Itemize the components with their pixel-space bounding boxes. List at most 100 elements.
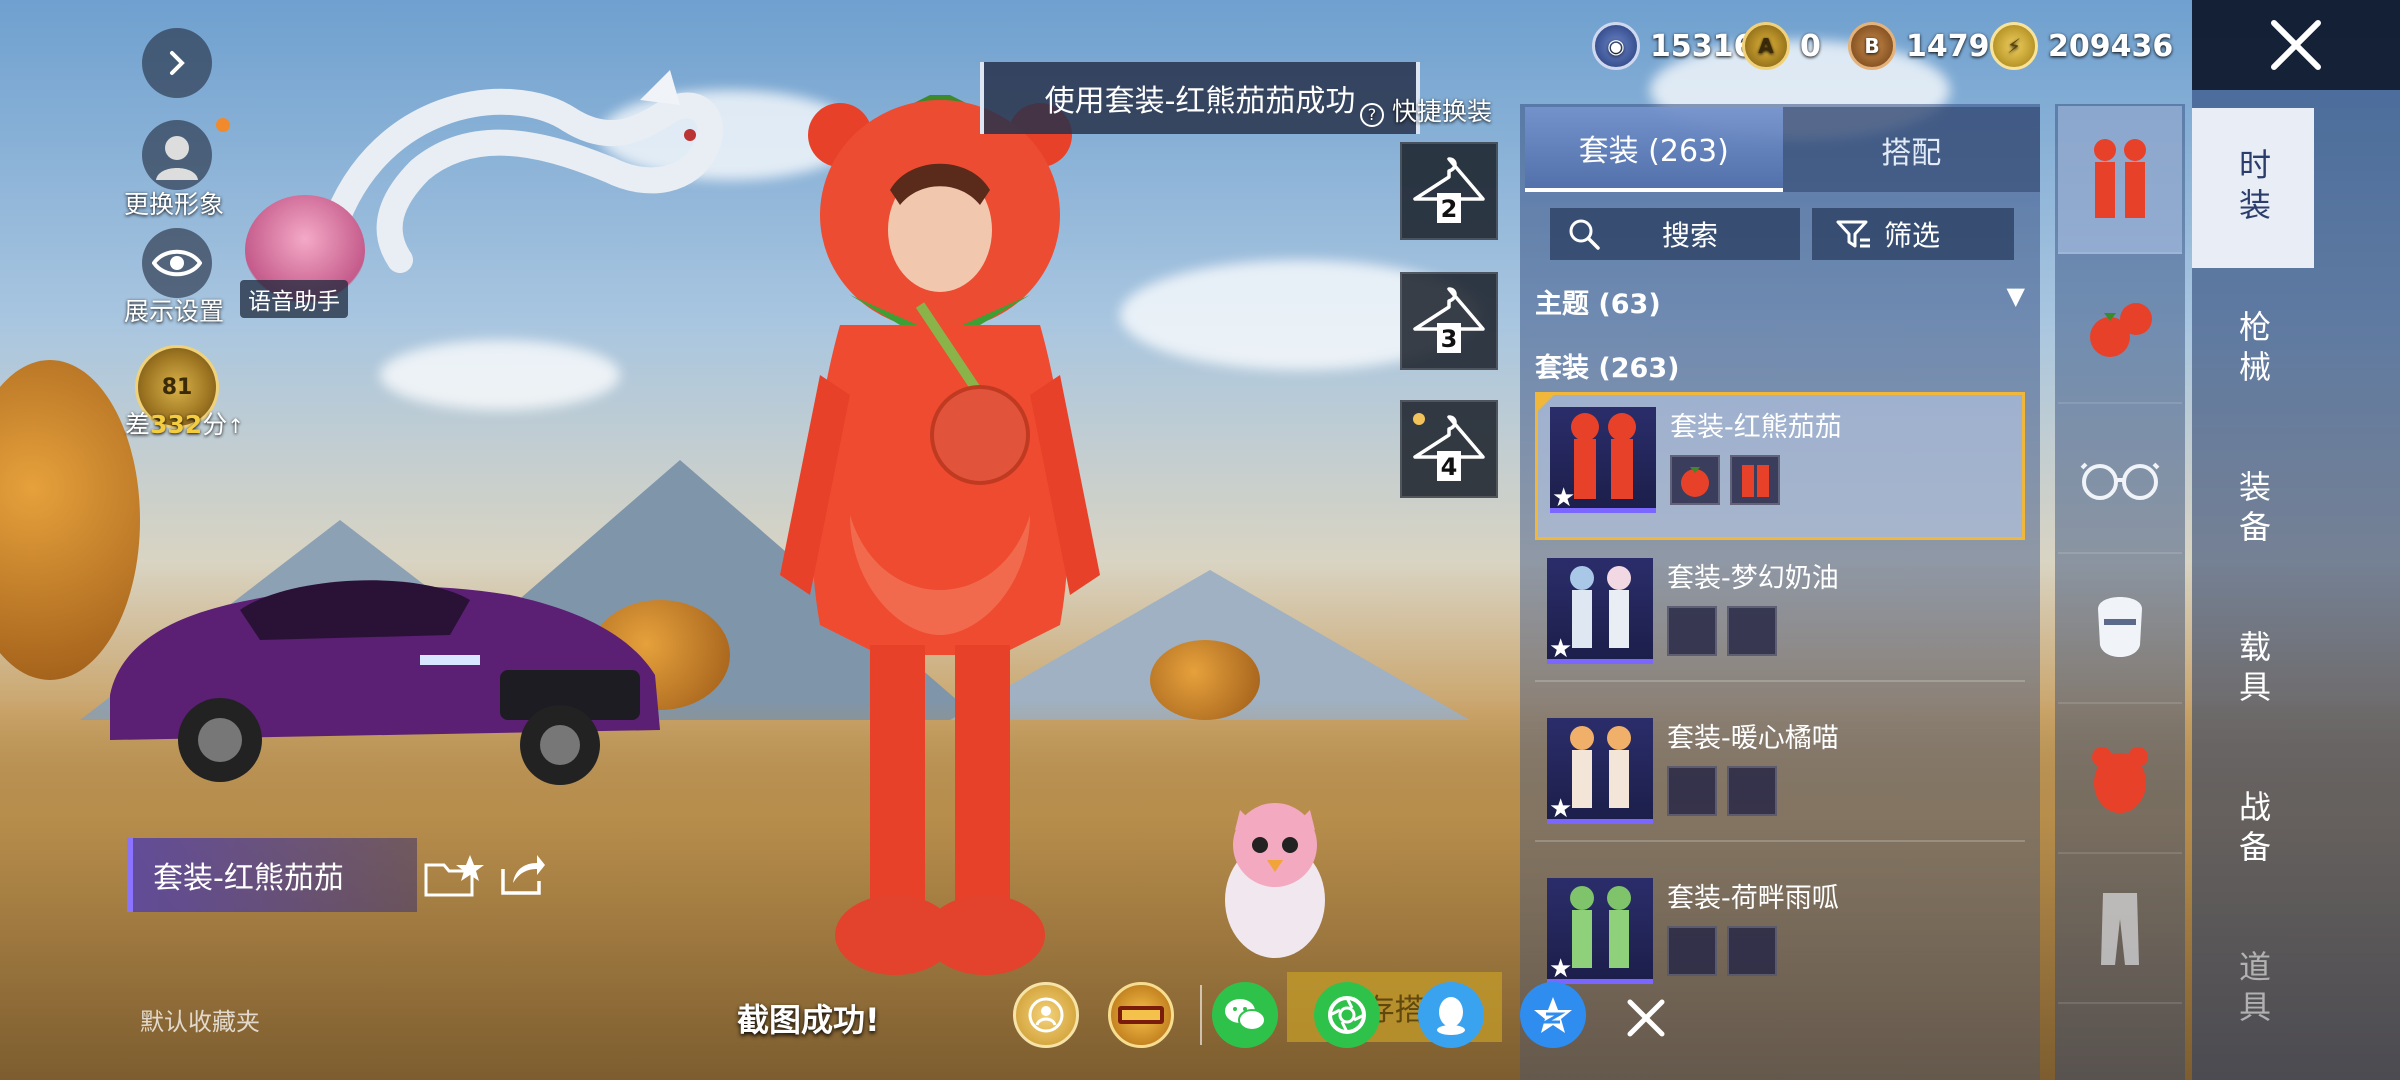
display-settings-label: 展示设置: [124, 297, 225, 326]
tomato-hat-icon: [2090, 303, 2152, 357]
share-qzone-button[interactable]: [1520, 982, 1586, 1048]
quick-outfit-slot-3[interactable]: 3: [1400, 272, 1498, 370]
list-divider: [1535, 680, 2025, 682]
outfit-part-thumbnail: [1667, 766, 1717, 816]
ag-coin-icon: A: [1742, 22, 1790, 70]
outfit-list-item[interactable]: ★ 套装-荷畔雨呱: [1535, 866, 2025, 1014]
nav-equipment[interactable]: 装备: [2192, 430, 2314, 590]
category-tops[interactable]: [2058, 706, 2182, 854]
outfit-part-thumbnail: [1730, 455, 1780, 505]
star-icon: ★: [1552, 483, 1576, 513]
star-icon: ★: [1549, 634, 1573, 664]
bp-coin-icon: B: [1848, 22, 1896, 70]
slot-number: 2: [1441, 195, 1458, 223]
outfit-part-thumbnail: [1667, 606, 1717, 656]
favorite-folder-button[interactable]: [420, 850, 490, 900]
nav-items[interactable]: 道具: [2192, 910, 2314, 1070]
outfit-part-thumbnail: [1667, 926, 1717, 976]
search-button[interactable]: 搜索: [1550, 208, 1800, 260]
category-pants[interactable]: [2058, 856, 2182, 1004]
currency-ag[interactable]: A 0: [1742, 18, 1821, 74]
filter-button[interactable]: 筛选: [1812, 208, 2014, 260]
currency-value: 0: [1800, 28, 1821, 64]
voice-assistant-label[interactable]: 语音助手: [240, 280, 348, 318]
close-icon: [2271, 20, 2321, 70]
share-moments-button[interactable]: [1314, 982, 1380, 1048]
hanger-icon: 2: [1413, 157, 1485, 223]
triangle-down-icon: ▼: [2006, 282, 2025, 310]
theme-dropdown[interactable]: 主题 (63) ▼: [1535, 282, 2025, 321]
filter-label: 筛选: [1884, 219, 1941, 252]
share-wechat-button[interactable]: [1212, 982, 1278, 1048]
change-avatar-label: 更换形象: [124, 190, 225, 219]
nav-combat-gear[interactable]: 战备: [2192, 750, 2314, 910]
current-outfit-name-bar[interactable]: 套装-红熊茄茄: [127, 838, 417, 912]
rank-level: 81: [161, 374, 193, 400]
energy-coin-icon: ⚡: [1990, 22, 2038, 70]
nav-vehicles[interactable]: 载具: [2192, 590, 2314, 750]
nav-weapons[interactable]: 枪械: [2192, 270, 2314, 430]
search-icon: [1569, 219, 1600, 250]
outfit-title: 套装-梦幻奶油: [1667, 563, 1839, 594]
share-outfit-button[interactable]: [495, 850, 550, 900]
player-character-tomato-bear: [780, 95, 1100, 975]
hanger-icon: 4: [1413, 413, 1485, 481]
close-share-button[interactable]: [1618, 990, 1674, 1046]
share-peace-elite-button[interactable]: [1108, 982, 1174, 1048]
display-settings-button[interactable]: [142, 228, 212, 298]
cloud: [380, 340, 620, 410]
default-favorite-folder[interactable]: 默认收藏夹: [140, 1002, 260, 1037]
quick-outfit-title: ? 快捷换装: [1360, 92, 1492, 128]
share-friends-button[interactable]: [1013, 982, 1079, 1048]
outfit-list-item[interactable]: ★ 套装-红熊茄茄: [1535, 392, 2025, 540]
nav-fashion[interactable]: 时装: [2192, 108, 2314, 268]
category-outfit-set[interactable]: [2058, 106, 2182, 254]
close-wardrobe-button[interactable]: [2192, 0, 2400, 90]
friends-icon: [1028, 997, 1064, 1033]
outfit-title: 套装-荷畔雨呱: [1667, 883, 1839, 914]
expand-menu-button[interactable]: [142, 28, 212, 98]
uc-coin-icon: ◉: [1592, 22, 1640, 70]
toast-message: 使用套装-红熊茄茄成功: [1044, 84, 1356, 119]
glasses-icon: [2080, 462, 2160, 500]
section-label: 套装 (263): [1535, 353, 1680, 384]
screenshot-success-text: 截图成功!: [737, 1001, 880, 1039]
currency-value: 1479: [1906, 28, 1990, 64]
outfit-title: 套装-暖心橘喵: [1667, 723, 1839, 754]
quick-outfit-slot-2[interactable]: 2: [1400, 142, 1498, 240]
tomato-hat-icon: [1681, 467, 1709, 497]
star-icon: ★: [1549, 794, 1573, 824]
search-label: 搜索: [1662, 219, 1719, 252]
tab-match[interactable]: 搭配: [1782, 107, 2040, 192]
quick-outfit-slot-4[interactable]: 4: [1400, 400, 1498, 498]
currency-value: 209436: [2048, 28, 2174, 64]
outfit-set-icon: [2094, 139, 2146, 218]
outfit-list-item[interactable]: ★ 套装-梦幻奶油: [1535, 546, 2025, 694]
category-glasses[interactable]: [2058, 406, 2182, 554]
hanger-icon: 3: [1413, 287, 1485, 353]
rank-gap-prefix: 差: [125, 410, 151, 439]
currency-energy[interactable]: ⚡ 209436: [1990, 18, 2173, 74]
help-icon[interactable]: ?: [1360, 103, 1384, 127]
category-headwear[interactable]: [2058, 256, 2182, 404]
category-face[interactable]: [2058, 556, 2182, 704]
quick-outfit-label: 快捷换装: [1391, 97, 1492, 126]
currency-bp[interactable]: B 1479: [1848, 18, 1990, 74]
dragon-decoration: [317, 70, 723, 273]
eye-icon: [152, 249, 202, 277]
folder-star-icon: [424, 855, 484, 897]
tab-outfits[interactable]: 套装 (263): [1525, 107, 1783, 192]
tomato-suit-icon: [1742, 465, 1769, 497]
slot-number: 4: [1441, 453, 1458, 481]
share-icon: [500, 855, 545, 895]
face-mask-icon: [2098, 597, 2142, 657]
currency-uc[interactable]: ◉ 15316: [1592, 18, 1754, 74]
close-icon: [1627, 999, 1665, 1037]
outfit-list-item[interactable]: ★ 套装-暖心橘喵: [1535, 706, 2025, 854]
share-qq-button[interactable]: [1418, 982, 1484, 1048]
rank-gap-points: 332: [150, 410, 203, 439]
change-avatar-button[interactable]: [142, 120, 212, 190]
chevron-right-icon: [170, 51, 185, 75]
avatar-silhouette-icon: [156, 136, 198, 180]
notification-dot: [216, 118, 230, 132]
